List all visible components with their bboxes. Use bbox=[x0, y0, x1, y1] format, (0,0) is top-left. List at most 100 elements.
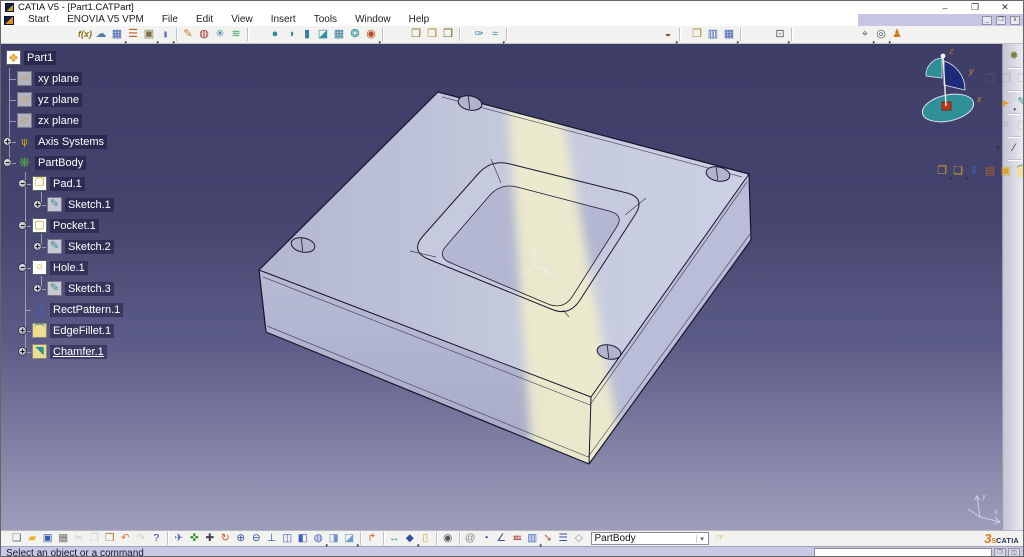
plane-icon[interactable]: ▱ bbox=[17, 92, 32, 107]
sketch-feature-icon[interactable]: ✎ bbox=[47, 281, 62, 296]
catalog-book-icon[interactable]: ❒ bbox=[689, 27, 705, 43]
pocket-icon[interactable]: ❏▾ bbox=[950, 163, 966, 179]
pan-icon[interactable]: ✚ bbox=[202, 531, 218, 546]
tree-item-pad-1[interactable]: Pad.1 bbox=[50, 177, 85, 191]
hole-icon[interactable]: ▣ bbox=[998, 163, 1014, 179]
axis-system-icon[interactable]: ∠ bbox=[494, 531, 510, 546]
chamfer-feature-icon[interactable]: ◥ bbox=[32, 344, 47, 359]
apply-material-icon[interactable]: ◒▾ bbox=[660, 27, 676, 43]
tree-item-part1[interactable]: Part1 bbox=[24, 51, 56, 65]
select-arrow-icon[interactable]: ➤▾ bbox=[998, 94, 1014, 110]
coordinates-icon[interactable]: 10.1 bbox=[509, 531, 525, 546]
menu-item-start[interactable]: Start bbox=[19, 14, 58, 25]
whats-this-icon[interactable]: ? bbox=[149, 531, 165, 546]
viewport[interactable]: z y x y x ❖Part1▱xy plane▱yz plane▱zx pl… bbox=[1, 44, 1024, 530]
zoom-out-icon[interactable]: ⊖ bbox=[249, 531, 265, 546]
hide-show-icon[interactable]: ◪▾ bbox=[342, 531, 358, 546]
sketch-tracer-icon[interactable]: ✎ bbox=[180, 27, 196, 43]
fit-all-icon[interactable]: ✜ bbox=[187, 531, 203, 546]
lock-icon[interactable]: ▣▾ bbox=[141, 27, 157, 43]
formula-icon[interactable]: f(x) bbox=[77, 27, 93, 43]
undo-icon[interactable]: ↶ bbox=[118, 531, 134, 546]
start-menu-icon[interactable] bbox=[4, 16, 14, 25]
columns-icon[interactable]: |||▾ bbox=[157, 27, 173, 43]
tree-item-sketch-2[interactable]: Sketch.2 bbox=[65, 240, 114, 254]
gear-analysis-icon[interactable]: ✳ bbox=[212, 27, 228, 43]
session-clock-icon[interactable]: ◔ bbox=[478, 531, 494, 546]
knowledge-icon[interactable]: ◆▾ bbox=[402, 531, 418, 546]
chevron-down-icon[interactable]: ▾ bbox=[696, 535, 708, 543]
menu-item-window[interactable]: Window bbox=[346, 14, 400, 25]
tree-item-axis-systems[interactable]: Axis Systems bbox=[35, 135, 107, 149]
minimize-button[interactable]: – bbox=[939, 3, 951, 13]
email-icon[interactable]: @ bbox=[463, 531, 479, 546]
tree-item-chamfer-1[interactable]: Chamfer.1 bbox=[50, 345, 107, 359]
menu-item-edit[interactable]: Edit bbox=[187, 14, 222, 25]
axis-systems-icon[interactable]: ⋔ bbox=[17, 134, 32, 149]
print-icon[interactable]: ▦ bbox=[56, 531, 72, 546]
fly-through-icon[interactable]: ↱ bbox=[364, 531, 380, 546]
view-compass[interactable]: z y x bbox=[920, 46, 982, 126]
list-icon[interactable]: ☰ bbox=[556, 531, 572, 546]
database-icon[interactable]: ▥▾ bbox=[525, 531, 541, 546]
comment-icon[interactable]: ☁ bbox=[93, 27, 109, 43]
world-analysis-icon[interactable]: ◍ bbox=[196, 27, 212, 43]
plane-icon[interactable]: ▱ bbox=[17, 113, 32, 128]
inertia-icon[interactable]: ▯ bbox=[418, 531, 434, 546]
pad-feature-icon[interactable]: ❐ bbox=[32, 176, 47, 191]
surface-layers-icon[interactable]: ≋ bbox=[228, 27, 244, 43]
body-selector-combobox[interactable]: PartBody ▾ bbox=[591, 532, 709, 545]
point-icon[interactable]: • bbox=[990, 140, 1006, 156]
wave-icon[interactable]: ≈▾ bbox=[487, 27, 503, 43]
partbody-icon[interactable]: ❋ bbox=[17, 155, 32, 170]
mdi-restore-button[interactable]: ❐ bbox=[996, 16, 1006, 25]
edgefillet-feature-icon[interactable]: ⌒ bbox=[32, 323, 47, 338]
pad-icon[interactable]: ❐▾ bbox=[934, 163, 950, 179]
status-help-button[interactable]: ◫ bbox=[1008, 548, 1020, 557]
diamond-icon[interactable]: ◇ bbox=[571, 531, 587, 546]
multi-view-icon[interactable]: ◫ bbox=[280, 531, 296, 546]
sphere-render-icon[interactable]: ● bbox=[267, 27, 283, 43]
rotate-icon[interactable]: ↻ bbox=[218, 531, 234, 546]
save-icon[interactable]: ▣ bbox=[40, 531, 56, 546]
new-document-icon[interactable]: ❏ bbox=[9, 531, 25, 546]
menu-item-tools[interactable]: Tools bbox=[305, 14, 346, 25]
camera-icon[interactable]: ◉ bbox=[440, 531, 456, 546]
pen-check-icon[interactable]: ✑ bbox=[471, 27, 487, 43]
plane-icon[interactable]: ▱ bbox=[17, 71, 32, 86]
wireframe-box-icon[interactable]: ▦ bbox=[331, 27, 347, 43]
catalog-icon-1[interactable]: ❒ bbox=[408, 27, 424, 43]
tree-item-partbody[interactable]: PartBody bbox=[35, 156, 86, 170]
part-icon[interactable]: ❖ bbox=[6, 50, 21, 65]
close-button[interactable]: ✕ bbox=[999, 2, 1011, 13]
ruler-icon[interactable]: ↔ bbox=[387, 531, 403, 546]
normal-view-icon[interactable]: ⊥ bbox=[264, 531, 280, 546]
sketcher-icon[interactable]: ✎▾ bbox=[1014, 94, 1024, 110]
menu-item-file[interactable]: File bbox=[153, 14, 187, 25]
rib-icon[interactable]: ▤ bbox=[982, 163, 998, 179]
menu-item-enovia-v5-vpm[interactable]: ENOVIA V5 VPM bbox=[58, 14, 153, 25]
measure-magnifier-icon[interactable]: ◎▾ bbox=[873, 27, 889, 43]
sketch-feature-icon[interactable]: ✎ bbox=[47, 197, 62, 212]
rectpattern-feature-icon[interactable]: ⣿ bbox=[32, 302, 47, 317]
selection-frame-icon[interactable]: ⊡▾ bbox=[772, 27, 788, 43]
material-render-icon[interactable]: ◉▾ bbox=[363, 27, 379, 43]
status-expand-button[interactable]: ❐ bbox=[994, 548, 1006, 557]
menu-item-help[interactable]: Help bbox=[400, 14, 439, 25]
mdi-minimize-button[interactable]: _ bbox=[982, 16, 992, 25]
paste-icon[interactable]: ❒ bbox=[102, 531, 118, 546]
relations-icon[interactable]: ☰ bbox=[125, 27, 141, 43]
power-input-field[interactable] bbox=[814, 548, 992, 557]
pocket-feature-icon[interactable]: ▢ bbox=[32, 218, 47, 233]
tree-item-zx-plane[interactable]: zx plane bbox=[35, 114, 82, 128]
measure-tool-icon[interactable]: ⌖▾ bbox=[857, 27, 873, 43]
line-icon[interactable]: ∕ bbox=[1006, 140, 1022, 156]
menu-item-view[interactable]: View bbox=[222, 14, 262, 25]
render-style-icon[interactable]: ◨ bbox=[326, 531, 342, 546]
tree-item-xy-plane[interactable]: xy plane bbox=[35, 72, 82, 86]
sketch-feature-icon[interactable]: ✎ bbox=[47, 239, 62, 254]
mannequin-icon[interactable]: ♟ bbox=[889, 27, 905, 43]
design-table-icon[interactable]: ▦▾ bbox=[109, 27, 125, 43]
open-book-icon[interactable]: ▥ bbox=[705, 27, 721, 43]
iso-view-icon[interactable]: ◧ bbox=[295, 531, 311, 546]
